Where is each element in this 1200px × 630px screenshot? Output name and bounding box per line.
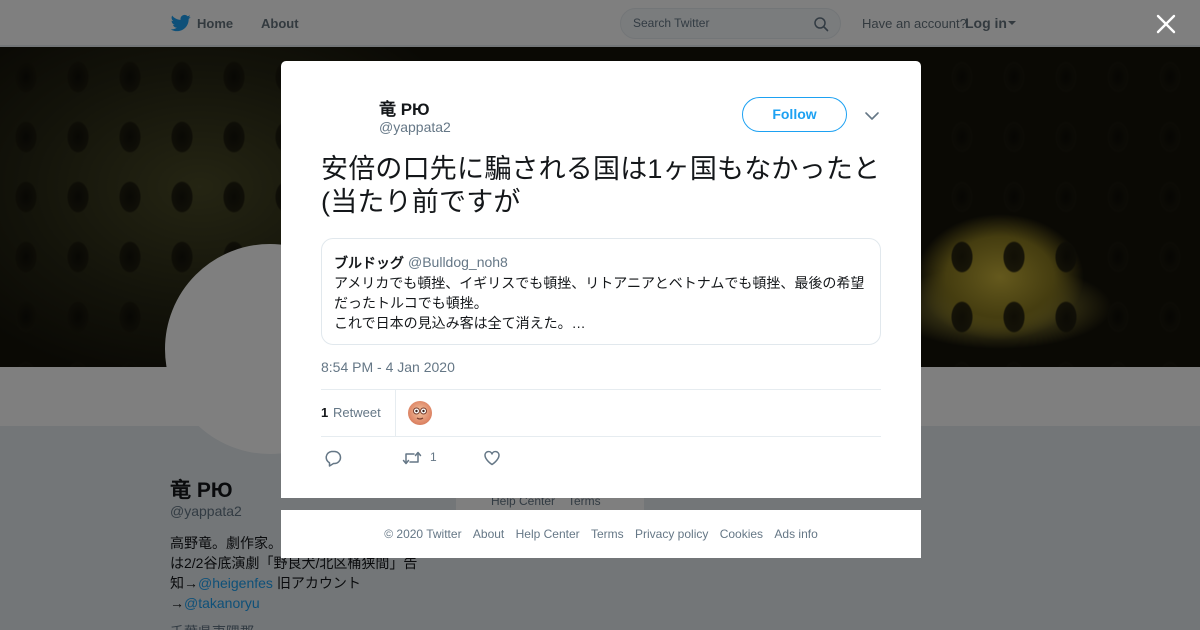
reply-icon[interactable] [324, 449, 342, 467]
follow-button[interactable]: Follow [742, 97, 847, 132]
author-name[interactable]: 竜 PЮ [379, 95, 430, 120]
footer-copyright: © 2020 Twitter [384, 527, 462, 541]
retweet-label[interactable]: Retweet [333, 405, 381, 420]
modal-footer: © 2020 Twitter About Help Center Terms P… [281, 510, 921, 558]
footer-help-link[interactable]: Help Center [516, 527, 580, 541]
quoted-line: これで日本の見込み客は全て消えた。… [334, 315, 586, 331]
footer-privacy-link[interactable]: Privacy policy [635, 527, 708, 541]
quoted-line: アメリカでも頓挫、イギリスでも頓挫、リトアニアとベトナムでも頓挫、最後の希望 [334, 275, 865, 291]
divider [395, 390, 396, 436]
footer-links: © 2020 Twitter About Help Center Terms P… [281, 527, 921, 541]
author-handle[interactable]: @yappata2 [379, 119, 451, 135]
tweet-modal: 竜 PЮ @yappata2 Follow 安倍の口先に騙される国は1ヶ国もなか… [281, 61, 921, 498]
chevron-down-icon[interactable] [864, 108, 880, 124]
quoted-tweet-text: アメリカでも頓挫、イギリスでも頓挫、リトアニアとベトナムでも頓挫、最後の希望 だ… [334, 273, 874, 333]
retweet-count[interactable]: 1 [321, 405, 328, 420]
footer-cookies-link[interactable]: Cookies [720, 527, 763, 541]
heart-icon[interactable] [483, 449, 501, 467]
quoted-author-handle: @Bulldog_noh8 [408, 254, 508, 270]
quoted-tweet[interactable]: ブルドッグ @Bulldog_noh8 アメリカでも頓挫、イギリスでも頓挫、リト… [321, 238, 881, 345]
close-icon[interactable] [1156, 14, 1176, 34]
footer-about-link[interactable]: About [473, 527, 504, 541]
retweet-action-count: 1 [430, 450, 437, 464]
quoted-author-name: ブルドッグ [334, 255, 404, 271]
retweeter-avatar[interactable] [408, 401, 432, 425]
tweet-timestamp[interactable]: 8:54 PM - 4 Jan 2020 [321, 359, 455, 375]
tweet-stats: 1 Retweet [321, 389, 881, 437]
footer-ads-link[interactable]: Ads info [774, 527, 817, 541]
author-avatar[interactable] [321, 91, 369, 139]
retweet-icon[interactable] [402, 449, 422, 467]
footer-terms-link[interactable]: Terms [591, 527, 624, 541]
tweet-text: 安倍の口先に騙される国は1ヶ国もなかったと(当たり前ですが [321, 154, 881, 217]
quoted-line: だったトルコでも頓挫。 [334, 295, 488, 311]
face-icon [413, 407, 427, 420]
tweet-actions: 1 [321, 446, 881, 470]
